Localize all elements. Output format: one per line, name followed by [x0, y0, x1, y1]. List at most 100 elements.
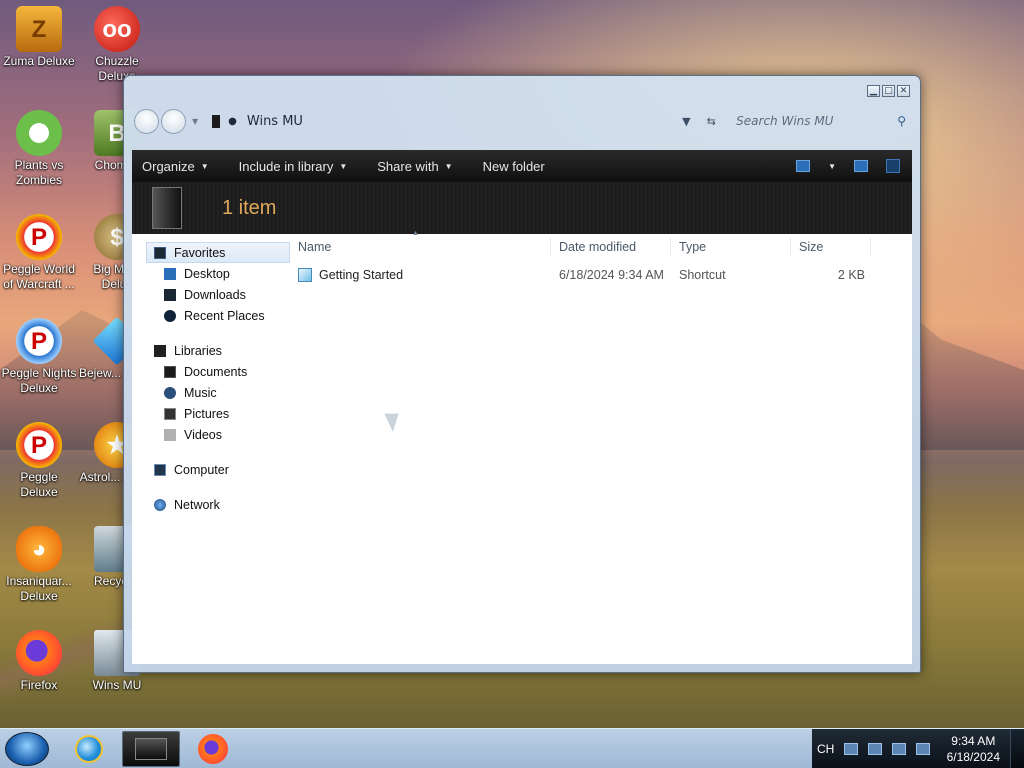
desktop-icon-chuzzle[interactable]: oo Chuzzle Deluxe — [78, 2, 156, 84]
explorer-window[interactable]: ▁ □ ✕ ▼ ● Wins MU ▼ ⇆ Search Wins MU ⚲ O… — [123, 75, 921, 673]
column-header-date-modified[interactable]: Date modified — [551, 238, 671, 256]
new-folder-button[interactable]: New folder — [483, 159, 545, 174]
recent-places-icon — [164, 309, 176, 322]
file-date: 6/18/2024 9:34 AM — [559, 268, 664, 282]
keyboard-icon[interactable] — [844, 743, 859, 755]
maximize-button[interactable]: □ — [882, 85, 895, 97]
column-header-name[interactable]: ▲ Name — [290, 230, 551, 256]
desktop-icon-peggle-nights[interactable]: P Peggle Nights Deluxe — [0, 314, 78, 396]
show-desktop-button[interactable] — [1010, 729, 1024, 768]
peggle-icon: P — [16, 214, 62, 260]
include-label: Include in library — [238, 158, 334, 174]
nav-network[interactable]: Network — [132, 494, 290, 515]
shortcut-icon — [298, 268, 312, 282]
breadcrumb-current[interactable]: Wins MU — [247, 114, 303, 129]
taskbar-explorer[interactable] — [122, 731, 180, 767]
taskbar-internet-explorer[interactable] — [60, 731, 118, 767]
taskbar-firefox[interactable] — [184, 731, 242, 767]
star-icon — [154, 246, 166, 259]
chevron-down-icon: ▼ — [200, 161, 209, 171]
libraries-icon — [154, 344, 166, 357]
nav-item-documents[interactable]: Documents — [132, 361, 290, 382]
clock-time: 9:34 AM — [951, 734, 996, 748]
preview-pane-icon[interactable] — [854, 160, 868, 172]
shield-icon[interactable] — [868, 743, 883, 755]
share-label: Share with — [377, 158, 439, 174]
pictures-icon — [164, 407, 176, 420]
address-dropdown-icon[interactable]: ▼ — [682, 115, 690, 128]
file-type: Shortcut — [679, 268, 726, 282]
view-options-dropdown-icon[interactable]: ▼ — [828, 162, 836, 171]
organize-button[interactable]: Organize ▼ — [142, 159, 209, 174]
nav-label: Network — [174, 497, 220, 512]
column-header-size[interactable]: Size — [791, 238, 871, 256]
file-name-cell: Getting Started — [290, 268, 551, 282]
nav-favorites[interactable]: Favorites — [146, 242, 290, 263]
window-controls: ▁ □ ✕ — [867, 85, 910, 97]
internet-explorer-icon — [75, 735, 103, 763]
nav-item-music[interactable]: Music — [132, 382, 290, 403]
desktop-icon-label: Plants vs Zombies — [14, 158, 64, 187]
search-input[interactable]: Search Wins MU ⚲ — [730, 109, 912, 133]
change-view-icon[interactable] — [796, 160, 811, 172]
nav-label: Documents — [184, 364, 248, 379]
clock-date: 6/18/2024 — [946, 750, 1000, 764]
peggle-icon: P — [16, 422, 62, 468]
language-indicator[interactable]: CH — [817, 742, 834, 756]
minimize-button[interactable]: ▁ — [867, 85, 880, 97]
desktop-icon-label: Peggle World of Warcraft ... — [3, 262, 75, 291]
display-icon[interactable] — [892, 743, 907, 755]
nav-libraries[interactable]: Libraries — [132, 340, 290, 361]
desktop-icon — [164, 267, 176, 280]
share-with-button[interactable]: Share with ▼ — [377, 159, 452, 174]
column-label: Name — [298, 240, 332, 254]
firefox-icon — [198, 734, 228, 764]
drive-icon — [212, 114, 221, 128]
recent-pages-dropdown[interactable]: ▼ — [192, 117, 198, 126]
start-button[interactable] — [5, 732, 49, 766]
include-in-library-button[interactable]: Include in library ▼ — [239, 159, 348, 174]
desktop-icon-label: Peggle Deluxe — [20, 470, 58, 499]
downloads-icon — [164, 288, 176, 301]
folder-banner: 1 item — [132, 182, 912, 234]
desktop-icon-firefox[interactable]: Firefox — [0, 626, 78, 693]
desktop-icon-insaniquarium[interactable]: ◕ Insaniquar... Deluxe — [0, 522, 78, 604]
plants-vs-zombies-icon: ✿ — [16, 110, 62, 156]
documents-icon — [164, 365, 176, 378]
nav-label: Videos — [184, 427, 222, 442]
help-icon[interactable] — [886, 159, 900, 173]
navigation-pane: Favorites Desktop Downloads Recent Place… — [132, 234, 290, 664]
fish-icon: ◕ — [16, 526, 62, 572]
address-row: ▼ ● Wins MU ▼ ⇆ Search Wins MU ⚲ — [134, 104, 912, 138]
nav-label: Libraries — [174, 343, 222, 358]
volume-icon[interactable] — [916, 743, 931, 755]
search-placeholder: Search Wins MU — [736, 114, 834, 128]
search-icon[interactable]: ⚲ — [897, 114, 906, 128]
desktop-icon-plants-vs-zombies[interactable]: ✿ Plants vs Zombies — [0, 106, 78, 188]
music-icon — [164, 386, 176, 399]
nav-computer[interactable]: Computer — [132, 459, 290, 480]
desktop-icon-peggle-deluxe[interactable]: P Peggle Deluxe — [0, 418, 78, 500]
file-row[interactable]: Getting Started 6/18/2024 9:34 AM Shortc… — [290, 264, 912, 286]
nav-label: Recent Places — [184, 308, 265, 323]
desktop-icon-label: Insaniquar... Deluxe — [6, 574, 72, 603]
address-tools: ▼ ⇆ — [682, 115, 722, 128]
nav-item-videos[interactable]: Videos — [132, 424, 290, 445]
nav-item-pictures[interactable]: Pictures — [132, 403, 290, 424]
nav-item-downloads[interactable]: Downloads — [132, 284, 290, 305]
nav-item-desktop[interactable]: Desktop — [132, 263, 290, 284]
file-list: ▲ Name Date modified Type Size Getting S… — [290, 230, 912, 664]
desktop-icon-peggle-wow[interactable]: P Peggle World of Warcraft ... — [0, 210, 78, 292]
breadcrumb-separator-icon[interactable]: ● — [228, 116, 237, 127]
forward-button[interactable] — [161, 108, 186, 134]
organize-label: Organize — [142, 158, 195, 174]
column-headers: ▲ Name Date modified Type Size — [290, 230, 912, 260]
refresh-icon[interactable]: ⇆ — [707, 115, 716, 128]
address-bar[interactable]: ● Wins MU — [204, 109, 682, 133]
desktop-icon-zuma-deluxe[interactable]: Z Zuma Deluxe — [0, 2, 78, 69]
column-header-type[interactable]: Type — [671, 238, 791, 256]
nav-item-recent-places[interactable]: Recent Places — [132, 305, 290, 326]
clock[interactable]: 9:34 AM 6/18/2024 — [947, 733, 1000, 765]
close-button[interactable]: ✕ — [897, 85, 910, 97]
back-button[interactable] — [134, 108, 159, 134]
